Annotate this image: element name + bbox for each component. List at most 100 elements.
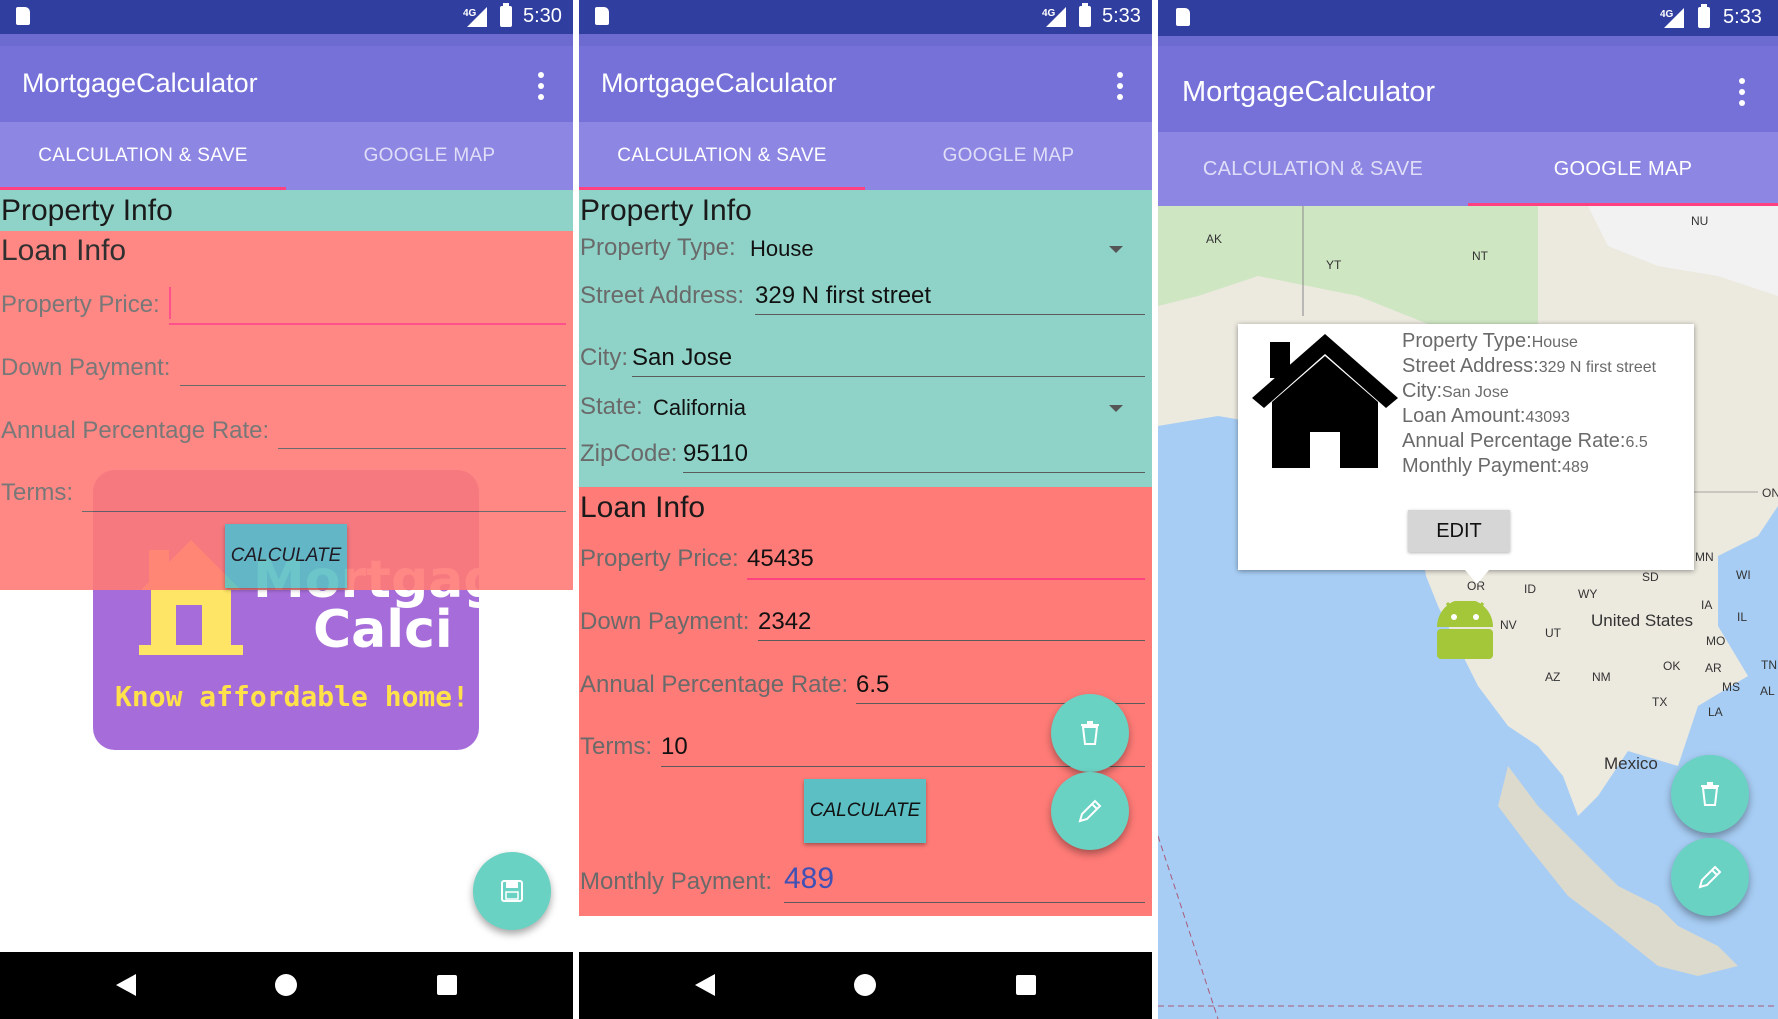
edit-fab[interactable] — [1671, 838, 1749, 916]
apr-label: Annual Percentage Rate: — [580, 671, 849, 698]
more-options-icon[interactable] — [537, 72, 545, 100]
down-payment-input[interactable] — [758, 640, 1145, 641]
street-address-input[interactable] — [755, 314, 1145, 315]
monthly-payment-value: 489 — [784, 862, 835, 895]
street-address-value: 329 N first street — [755, 282, 932, 309]
pencil-icon — [1078, 799, 1102, 823]
map-label-al: AL — [1760, 684, 1775, 698]
app-bar-band — [579, 34, 1152, 46]
map-label-la: LA — [1708, 705, 1723, 719]
sd-card-icon — [16, 7, 30, 25]
back-icon[interactable] — [695, 974, 715, 996]
property-price-label: Property Price: — [1, 291, 160, 318]
state-value[interactable]: California — [653, 395, 746, 421]
property-price-input[interactable] — [169, 323, 566, 325]
delete-fab[interactable] — [1051, 694, 1129, 772]
zip-code-label: ZipCode: — [580, 440, 678, 467]
battery-icon — [500, 3, 512, 27]
calculate-button[interactable]: CALCULATE — [225, 524, 347, 588]
apr-input[interactable] — [278, 448, 566, 449]
battery-icon — [1698, 4, 1710, 28]
trash-icon — [1701, 782, 1719, 806]
status-bar: 4G 5:33 — [579, 0, 1152, 34]
map-label-yt: YT — [1326, 258, 1342, 272]
trash-icon — [1081, 721, 1099, 745]
tab-google-map[interactable]: GOOGLE MAP — [286, 122, 573, 190]
app-title: MortgageCalculator — [22, 68, 258, 98]
recents-icon[interactable] — [437, 975, 457, 995]
screen-calculation-filled: 4G 5:33 MortgageCalculator CALCULATION &… — [579, 0, 1152, 1019]
terms-value: 10 — [661, 733, 688, 760]
info-apr: Annual Percentage Rate:6.5 — [1402, 430, 1648, 452]
status-time: 5:33 — [1723, 6, 1762, 28]
map-label-mexico: Mexico — [1604, 754, 1658, 773]
map-label-ut: UT — [1545, 626, 1561, 640]
terms-input[interactable] — [82, 511, 566, 512]
signal-icon — [467, 7, 487, 27]
delete-fab[interactable] — [1671, 755, 1749, 833]
calculate-button[interactable]: CALCULATE — [804, 779, 926, 843]
map-label-sd: SD — [1642, 570, 1659, 584]
property-info-title: Property Info — [580, 194, 752, 227]
tab-calculation-save[interactable]: CALCULATION & SAVE — [1158, 132, 1468, 206]
street-address-label: Street Address: — [580, 282, 745, 309]
edit-button[interactable]: EDIT — [1408, 510, 1510, 552]
more-options-icon[interactable] — [1738, 78, 1746, 106]
more-options-icon[interactable] — [1116, 72, 1124, 100]
map-label-tx: TX — [1652, 695, 1668, 709]
status-bar: 4G 5:33 — [1158, 0, 1778, 36]
tab-calculation-save[interactable]: CALCULATION & SAVE — [0, 122, 286, 190]
status-time: 5:33 — [1102, 5, 1141, 27]
back-icon[interactable] — [116, 974, 136, 996]
map-label-tn: TN — [1761, 658, 1777, 672]
property-type-value[interactable]: House — [750, 236, 814, 262]
android-marker-icon[interactable] — [1435, 601, 1495, 661]
map-label-ms: MS — [1722, 680, 1740, 694]
city-value: San Jose — [632, 344, 733, 371]
chevron-down-icon[interactable] — [1109, 246, 1123, 253]
recents-icon[interactable] — [1016, 975, 1036, 995]
map-label-mn: MN — [1695, 550, 1714, 564]
status-bar: 4G 5:30 — [0, 0, 573, 34]
app-title: MortgageCalculator — [601, 68, 837, 98]
monthly-payment-field — [784, 902, 1145, 903]
tab-google-map[interactable]: GOOGLE MAP — [1468, 132, 1778, 206]
info-property-type: Property Type:House — [1402, 330, 1578, 352]
zip-code-input[interactable] — [683, 472, 1145, 473]
down-payment-label: Down Payment: — [580, 608, 750, 635]
app-bar: MortgageCalculator — [1158, 36, 1778, 132]
monthly-payment-label: Monthly Payment: — [580, 868, 773, 895]
logo-subtitle: Calci — [313, 600, 453, 660]
screen-google-map: 4G 5:33 MortgageCalculator CALCULATION &… — [1158, 0, 1778, 1019]
map-label-wi: WI — [1736, 568, 1751, 582]
city-input[interactable] — [632, 376, 1145, 377]
map-label-ok: OK — [1663, 659, 1681, 673]
info-window-pointer — [1465, 570, 1489, 584]
signal-icon — [1664, 8, 1684, 28]
logo-tagline: Know affordable home! — [115, 680, 470, 713]
chevron-down-icon[interactable] — [1109, 405, 1123, 412]
save-fab[interactable] — [473, 852, 551, 930]
info-loan-amount: Loan Amount:43093 — [1402, 405, 1570, 427]
tab-google-map[interactable]: GOOGLE MAP — [865, 122, 1152, 190]
apr-value: 6.5 — [856, 671, 890, 698]
battery-icon — [1079, 3, 1091, 27]
marker-info-window: Property Type:House Street Address:329 N… — [1238, 324, 1694, 584]
tab-calculation-save[interactable]: CALCULATION & SAVE — [579, 122, 865, 190]
map-label-az: AZ — [1545, 670, 1561, 684]
map-label-nv: NV — [1500, 618, 1517, 632]
home-icon[interactable] — [275, 974, 297, 996]
text-cursor — [169, 287, 171, 319]
state-label: State: — [580, 393, 643, 420]
down-payment-input[interactable] — [180, 385, 566, 386]
property-price-input[interactable] — [747, 578, 1145, 580]
info-monthly-payment: Monthly Payment:489 — [1402, 455, 1589, 477]
map-label-wy: WY — [1578, 587, 1598, 601]
property-info-title: Property Info — [1, 194, 173, 227]
home-icon[interactable] — [854, 974, 876, 996]
edit-fab[interactable] — [1051, 772, 1129, 850]
property-info-section: Property Info — [0, 190, 573, 231]
house-icon — [1252, 334, 1398, 468]
app-bar-band — [0, 34, 573, 46]
zip-code-value: 95110 — [683, 440, 748, 467]
